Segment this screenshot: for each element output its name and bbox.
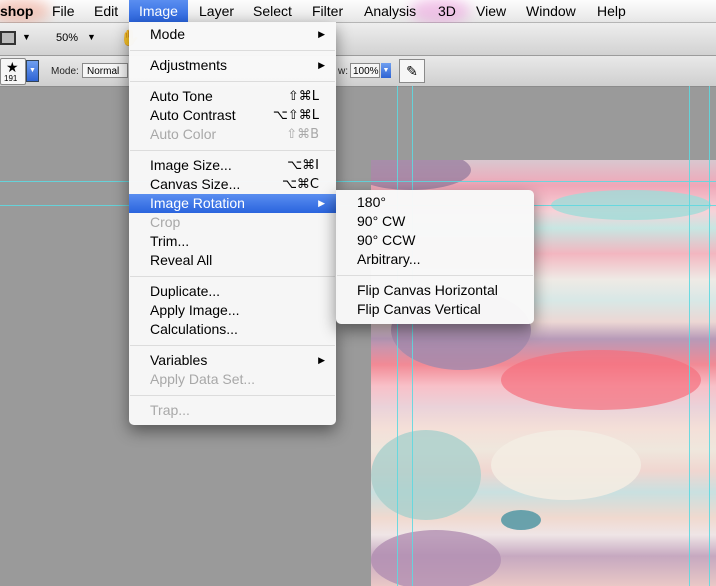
menu-bar: shop File Edit Image Layer Select Filter… [0,0,716,24]
guide-line [397,86,398,586]
menu-item-image-rotation[interactable]: Image Rotation ▶ [129,194,336,213]
shortcut: ⇧⌘B [286,127,319,142]
menu-item-auto-color: Auto Color ⇧⌘B [150,126,319,142]
menu-layer[interactable]: Layer [189,0,244,22]
menu-edit[interactable]: Edit [84,0,128,22]
brush-picker-dropdown[interactable]: ▼ [26,60,39,82]
menu-separator [130,81,335,82]
screen-mode-icon[interactable] [0,31,16,45]
mode-select[interactable]: Normal [82,63,128,78]
menu-item-auto-contrast[interactable]: Auto Contrast ⌥⇧⌘L [129,106,336,125]
menu-separator [130,395,335,396]
application-bar: ▼ 50% ▼ ✋ [0,23,716,56]
shortcut: ⇧⌘L [287,89,319,104]
airbrush-icon[interactable]: ✎ [399,59,425,83]
image-menu: Mode ▶ Adjustments ▶ Auto Tone ⇧⌘L Auto … [129,22,336,425]
menu-item-trim[interactable]: Trim... [129,232,336,251]
submenu-item-90-ccw[interactable]: 90° CCW [336,231,534,250]
yarn-texture [371,160,471,190]
menu-item-canvas-size[interactable]: Canvas Size... ⌥⌘C [129,175,336,194]
yarn-texture [501,510,541,530]
submenu-arrow-icon: ▶ [318,60,325,70]
menu-item-duplicate[interactable]: Duplicate... [129,282,336,301]
submenu-arrow-icon: ▶ [318,355,325,365]
menu-item-trap: Trap... [150,402,190,418]
guide-line [709,86,710,586]
menu-help[interactable]: Help [587,0,636,22]
menu-separator [130,150,335,151]
guide-line [689,86,690,586]
menu-separator [130,345,335,346]
submenu-arrow-icon: ▶ [318,29,325,39]
menu-item-crop: Crop [150,214,181,230]
menu-view[interactable]: View [466,0,516,22]
menu-select[interactable]: Select [243,0,302,22]
shortcut: ⌥⇧⌘L [272,108,319,123]
yarn-texture [371,430,481,520]
menu-filter[interactable]: Filter [302,0,353,22]
mode-label: Mode: [51,66,79,77]
shortcut: ⌥⌘C [281,177,319,192]
menu-item-apply-data-set: Apply Data Set... [150,371,256,387]
brush-preset-picker[interactable]: ★ 191 [0,58,26,85]
menu-item-mode[interactable]: Mode ▶ [129,25,336,44]
submenu-arrow-icon: ▶ [318,198,325,208]
yarn-texture [501,350,701,410]
submenu-item-flip-horizontal[interactable]: Flip Canvas Horizontal [336,281,534,300]
menu-app[interactable]: shop [0,0,43,22]
menu-window[interactable]: Window [516,0,586,22]
menu-item-calculations[interactable]: Calculations... [129,320,336,339]
menu-item-image-size[interactable]: Image Size... ⌥⌘I [129,156,336,175]
submenu-item-180[interactable]: 180° [336,193,534,212]
shortcut: ⌥⌘I [287,158,319,173]
flow-label: w: [338,66,348,77]
menu-item-apply-image[interactable]: Apply Image... [129,301,336,320]
menu-item-adjustments[interactable]: Adjustments ▶ [129,56,336,75]
menu-image[interactable]: Image [129,0,188,22]
menu-analysis[interactable]: Analysis [354,0,426,22]
submenu-item-90-cw[interactable]: 90° CW [336,212,534,231]
flow-input[interactable]: 100% [350,63,380,78]
chevron-down-icon[interactable]: ▼ [87,32,96,42]
menu-file[interactable]: File [42,0,85,22]
yarn-texture [491,430,641,500]
zoom-level[interactable]: 50% [56,32,78,44]
submenu-item-arbitrary[interactable]: Arbitrary... [336,250,534,269]
menu-item-variables[interactable]: Variables ▶ [129,351,336,370]
submenu-item-flip-vertical[interactable]: Flip Canvas Vertical [336,300,534,319]
menu-item-reveal-all[interactable]: Reveal All [129,251,336,270]
menu-separator [130,276,335,277]
guide-line [412,86,413,586]
yarn-texture [371,530,501,586]
chevron-down-icon[interactable]: ▼ [22,32,31,42]
flow-dropdown[interactable]: ▼ [381,63,391,78]
menu-3d[interactable]: 3D [428,0,466,22]
tool-options-bar: ★ 191 ▼ Mode: Normal w: 100% ▼ ✎ [0,56,716,87]
brush-size: 191 [4,74,18,83]
menu-separator [130,50,335,51]
guide-line [0,181,716,182]
image-rotation-submenu: 180° 90° CW 90° CCW Arbitrary... Flip Ca… [336,190,534,324]
menu-separator [337,275,533,276]
menu-item-auto-tone[interactable]: Auto Tone ⇧⌘L [129,87,336,106]
